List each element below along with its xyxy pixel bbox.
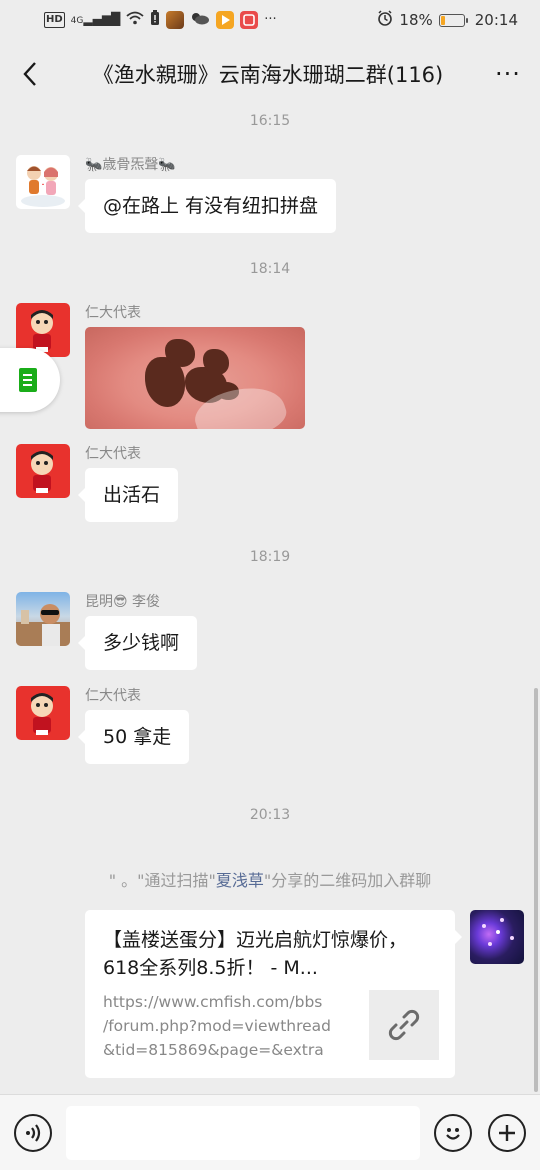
message-bubble[interactable]: 出活石 <box>77 468 179 522</box>
message-item: 🐜歳骨炁聲🐜 @在路上 有没有纽扣拼盘 <box>16 155 524 233</box>
message-item: 昆明😎 李俊 多少钱啊 <box>16 592 524 670</box>
timestamp: 18:19 <box>249 549 291 565</box>
avatar[interactable] <box>16 155 70 209</box>
chevron-left-icon <box>23 62 36 86</box>
message-bubble[interactable]: 多少钱啊 <box>77 616 198 670</box>
red-app-icon <box>240 11 259 29</box>
input-bar <box>0 1094 540 1170</box>
message-item: 仁大代表 <box>16 303 524 429</box>
scrollbar[interactable] <box>534 688 538 1092</box>
sender-name: 仁大代表 <box>85 305 141 321</box>
wifi-icon <box>126 11 144 29</box>
game-app-icon <box>166 11 185 29</box>
emoji-icon <box>446 1127 460 1140</box>
message-item: 仁大代表 出活石 <box>16 444 524 522</box>
video-app-icon <box>216 11 235 29</box>
status-bar-right: 18% 20:14 <box>377 10 518 30</box>
battery-saver-icon <box>150 10 160 30</box>
more-button[interactable]: ··· <box>476 40 540 108</box>
voice-icon <box>26 1123 41 1142</box>
link-icon <box>388 1009 420 1041</box>
link-card-url: https://www.cmfish.com/bbs /forum.php?mo… <box>103 993 332 1059</box>
back-button[interactable] <box>0 40 60 108</box>
document-icon <box>19 368 37 392</box>
voice-button[interactable] <box>14 1113 52 1152</box>
message-item-outgoing: 【盖楼送蛋分】迈光启航灯惊爆价，618全系列8.5折！ - M... https… <box>85 910 524 1078</box>
link-card-thumbnail <box>369 990 439 1060</box>
timestamp: 20:13 <box>249 807 291 823</box>
system-note-suffix: "分享的二维码加入群聊 <box>263 871 432 890</box>
avatar[interactable] <box>16 592 70 646</box>
avatar[interactable] <box>16 686 70 740</box>
weather-app-icon <box>190 11 210 29</box>
chat-title: 《渔水親珊》云南海水珊瑚二群(116) <box>92 63 444 87</box>
emoji-button[interactable] <box>434 1113 472 1152</box>
link-card-title: 【盖楼送蛋分】迈光启航灯惊爆价，618全系列8.5折！ - M... <box>103 929 408 979</box>
battery-icon <box>438 13 468 27</box>
my-avatar[interactable] <box>470 910 524 964</box>
status-bar: HD 4G▂▄▆█ ··· 18% 20:14 <box>0 0 540 40</box>
timestamp: 18:14 <box>249 261 291 277</box>
status-time: 20:14 <box>474 11 518 29</box>
sender-name: 仁大代表 <box>85 446 141 462</box>
sender-name: 昆明😎 李俊 <box>85 594 161 610</box>
system-note-prefix: " 。"通过扫描" <box>108 871 216 890</box>
status-bar-left: HD 4G▂▄▆█ ··· <box>44 10 277 30</box>
image-message[interactable] <box>85 327 305 429</box>
plus-icon <box>499 1124 515 1141</box>
alarm-icon <box>377 10 393 30</box>
sender-name: 🐜歳骨炁聲🐜 <box>85 157 176 173</box>
plus-button[interactable] <box>488 1113 526 1152</box>
message-list[interactable]: 16:15 🐜歳骨炁聲🐜 @在路上 有没有纽扣拼盘 18:14 仁大代表 仁大代… <box>0 108 540 1094</box>
message-bubble[interactable]: @在路上 有没有纽扣拼盘 <box>77 179 337 233</box>
more-notifications-icon: ··· <box>264 12 277 27</box>
sender-name: 仁大代表 <box>85 688 141 704</box>
battery-percent: 18% <box>399 11 433 29</box>
avatar[interactable] <box>16 444 70 498</box>
timestamp: 16:15 <box>249 113 291 129</box>
more-icon: ··· <box>495 60 521 88</box>
link-card[interactable]: 【盖楼送蛋分】迈光启航灯惊爆价，618全系列8.5折！ - M... https… <box>85 910 462 1078</box>
inviter-link[interactable]: 夏浅草 <box>216 871 264 890</box>
system-join-notice: " 。"通过扫描"夏浅草"分享的二维码加入群聊 <box>0 867 540 891</box>
message-item: 仁大代表 50 拿走 <box>16 686 524 764</box>
message-input[interactable] <box>66 1105 420 1160</box>
signal-4g-icon: 4G▂▄▆█ <box>70 12 121 26</box>
message-bubble[interactable]: 50 拿走 <box>77 710 190 764</box>
hd-icon: HD <box>44 12 65 28</box>
chat-header: 《渔水親珊》云南海水珊瑚二群(116) ··· <box>0 40 540 108</box>
